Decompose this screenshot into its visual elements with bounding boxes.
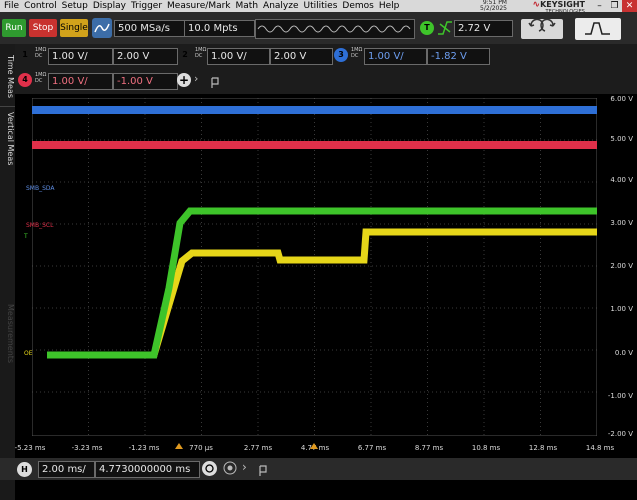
- acquisition-icon[interactable]: [222, 460, 238, 476]
- ch4-offset-field[interactable]: -1.00 V: [113, 73, 178, 90]
- trace-ch1-yellow: [47, 228, 597, 359]
- ch3-num: 3: [338, 50, 344, 59]
- ch1-num: 1: [22, 50, 28, 59]
- ch4-badge[interactable]: 4: [18, 73, 32, 87]
- x-tick-label: 6.77 ms: [357, 444, 387, 452]
- ch2-offset-field[interactable]: 2.00 V: [270, 48, 333, 65]
- menu-analyze[interactable]: Analyze: [263, 1, 298, 11]
- minimize-icon[interactable]: –: [592, 0, 607, 12]
- y-tick-label: 4.00 V: [610, 176, 633, 184]
- x-tick-label: 14.8 ms: [585, 444, 615, 452]
- restore-icon[interactable]: ❐: [607, 0, 622, 12]
- waveform-overview[interactable]: [255, 19, 415, 39]
- chevron-right-icon[interactable]: ›: [194, 72, 198, 85]
- stop-button[interactable]: Stop: [29, 19, 57, 37]
- chevron-right-icon[interactable]: ›: [242, 460, 247, 474]
- waveform-display[interactable]: [32, 98, 597, 436]
- label-smb-sda: SMB_SDA: [26, 185, 55, 192]
- single-button[interactable]: Single: [60, 19, 88, 37]
- autoscale-button[interactable]: [92, 18, 112, 38]
- close-icon[interactable]: ✕: [622, 0, 637, 12]
- ch4-num: 4: [22, 75, 28, 84]
- tab-time-meas[interactable]: Time Meas: [0, 52, 15, 102]
- ch3-scale-field[interactable]: 1.00 V/: [364, 48, 427, 65]
- autoscale-icon: [94, 23, 110, 33]
- x-tick-label: 10.8 ms: [471, 444, 501, 452]
- horizontal-badge[interactable]: H: [17, 462, 32, 477]
- menu-math[interactable]: Math: [236, 1, 259, 11]
- side-tab-strip: Time Meas Vertical Meas Measurements: [0, 44, 15, 500]
- undo-redo-icon: [528, 18, 556, 32]
- x-tick-label: -3.23 ms: [71, 444, 103, 452]
- ch3-offset-field[interactable]: -1.82 V: [427, 48, 490, 65]
- y-tick-label: 0.0 V: [614, 349, 633, 357]
- y-tick-label: 2.00 V: [610, 262, 633, 270]
- tab-vertical-meas[interactable]: Vertical Meas: [0, 106, 15, 171]
- menu-setup[interactable]: Setup: [62, 1, 88, 11]
- memory-depth-field[interactable]: 10.0 Mpts: [184, 20, 255, 37]
- ch2-scale-field[interactable]: 1.00 V/: [207, 48, 270, 65]
- y-tick-label: 5.00 V: [610, 135, 633, 143]
- marker-flag-icon[interactable]: [210, 74, 220, 88]
- menu-measure-mark[interactable]: Measure/Mark: [167, 1, 230, 11]
- trigger-badge[interactable]: T: [420, 21, 434, 35]
- display-mode-button[interactable]: [575, 18, 621, 40]
- x-tick-label: 770 µs: [189, 444, 213, 452]
- pulse-wave-icon: [585, 22, 610, 35]
- add-channel-icon[interactable]: +: [177, 73, 191, 87]
- marker-flag-icon[interactable]: [258, 462, 268, 476]
- brand-name: KEYSIGHT: [540, 0, 585, 9]
- overview-wave-icon: [257, 25, 411, 33]
- ground-marker-t[interactable]: T: [24, 233, 28, 240]
- label-oe: OE: [24, 350, 33, 357]
- ch1-badge[interactable]: 1: [18, 48, 32, 62]
- y-tick-label: -1.00 V: [607, 392, 633, 400]
- ch4-coupling: 1MΩ DC: [35, 72, 47, 84]
- ch4-scale-field[interactable]: 1.00 V/: [48, 73, 113, 90]
- ch2-coupling: 1MΩ DC: [195, 47, 207, 59]
- ch1-coupling: 1MΩ DC: [35, 47, 47, 59]
- ch2-num: 2: [182, 50, 188, 59]
- y-tick-label: 1.00 V: [610, 305, 633, 313]
- ch3-coupling: 1MΩ DC: [351, 47, 363, 59]
- trigger-point-marker[interactable]: [175, 434, 183, 449]
- tab-measurements[interactable]: Measurements: [0, 284, 15, 384]
- x-tick-label: 8.77 ms: [414, 444, 444, 452]
- x-tick-label: 12.8 ms: [528, 444, 558, 452]
- trigger-level-field[interactable]: 2.72 V: [454, 20, 513, 37]
- trigger-edge-icon[interactable]: [437, 19, 453, 37]
- menu-utilities[interactable]: Utilities: [304, 1, 338, 11]
- menu-file[interactable]: File: [4, 1, 19, 11]
- menu-help[interactable]: Help: [379, 1, 400, 11]
- ch1-offset-field[interactable]: 2.00 V: [113, 48, 178, 65]
- y-tick-label: 3.00 V: [610, 219, 633, 227]
- ch1-scale-field[interactable]: 1.00 V/: [48, 48, 113, 65]
- ch2-badge[interactable]: 2: [178, 48, 192, 62]
- sample-rate-field[interactable]: 500 MSa/s: [114, 20, 185, 37]
- run-button[interactable]: Run: [2, 19, 26, 37]
- y-tick-label: -2.00 V: [607, 430, 633, 438]
- x-tick-label: -1.23 ms: [128, 444, 160, 452]
- menu-trigger[interactable]: Trigger: [131, 1, 162, 11]
- undo-redo-button[interactable]: [521, 18, 563, 39]
- timebase-scale-field[interactable]: 2.00 ms/: [38, 461, 95, 478]
- menu-display[interactable]: Display: [93, 1, 126, 11]
- x-tick-label: -5.23 ms: [14, 444, 46, 452]
- date-time-stamp: 9:51 PM 5/2/2025: [480, 0, 507, 12]
- menu-control[interactable]: Control: [24, 1, 57, 11]
- keysight-wave-icon: ∿: [532, 0, 541, 10]
- ch3-badge[interactable]: 3: [334, 48, 348, 62]
- label-smb-scl: SMB_SCL: [26, 222, 54, 229]
- delay-marker[interactable]: [310, 434, 318, 449]
- y-tick-label: 6.00 V: [610, 95, 633, 103]
- menu-demos[interactable]: Demos: [342, 1, 373, 11]
- zoom-icon[interactable]: [202, 461, 217, 476]
- x-tick-label: 2.77 ms: [243, 444, 273, 452]
- timebase-position-field[interactable]: 4.7730000000 ms: [95, 461, 200, 478]
